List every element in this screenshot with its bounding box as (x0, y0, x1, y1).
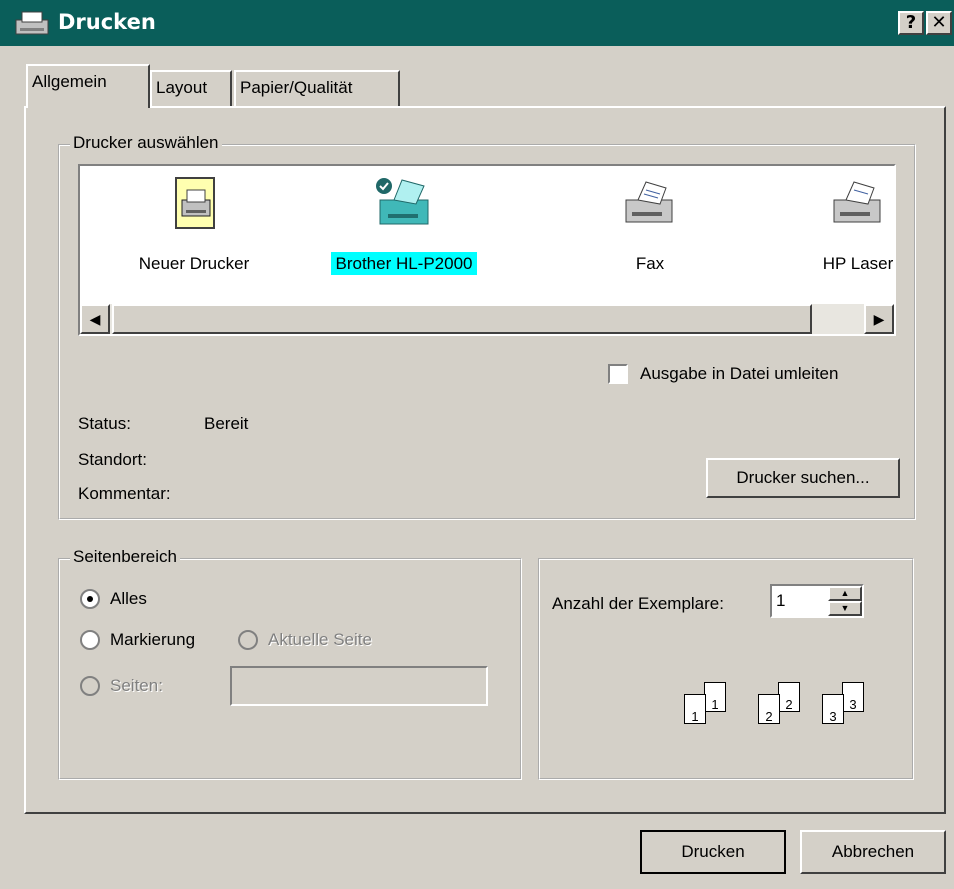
printer-item-brother-hl-p2000[interactable]: Brother HL-P2000 (314, 176, 494, 286)
collate-page: 2 (778, 682, 800, 712)
find-printer-button[interactable]: Drucker suchen... (706, 458, 900, 498)
horizontal-scrollbar[interactable]: ◀ ▶ (80, 304, 894, 334)
radio-all[interactable] (80, 589, 100, 609)
printer-list[interactable]: Neuer Drucker Brother HL-P2000 Fax HP La… (78, 164, 896, 336)
page-range-group-label: Seitenbereich (70, 547, 180, 567)
radio-selection[interactable] (80, 630, 100, 650)
current-page-label: Aktuelle Seite (268, 630, 372, 649)
printer-name: Fax (635, 254, 665, 273)
print-button[interactable]: Drucken (640, 830, 786, 874)
printer-icon (833, 181, 881, 223)
status-value: Bereit (204, 414, 249, 433)
copies-spinner[interactable]: 1 ▲ ▼ (770, 584, 864, 618)
default-printer-icon (376, 178, 429, 225)
add-printer-icon (175, 177, 215, 229)
scroll-thumb[interactable] (112, 304, 812, 334)
collate-page: 2 (758, 694, 780, 724)
printer-item-neuer-drucker[interactable]: Neuer Drucker (104, 176, 284, 286)
status-label: Status: (78, 414, 131, 433)
printer-icon (15, 11, 49, 35)
printer-name: HP Laser (822, 254, 894, 273)
tab-layout[interactable]: Layout (150, 70, 232, 106)
tab-label: Allgemein (32, 72, 107, 91)
all-label[interactable]: Alles (110, 589, 147, 609)
radio-pages (80, 676, 100, 696)
printer-name: Brother HL-P2000 (331, 252, 477, 275)
radio-current-page (238, 630, 258, 650)
tab-allgemein[interactable]: Allgemein (26, 64, 150, 108)
pages-input (230, 666, 488, 706)
printer-item-hp-laser[interactable]: HP Laser (768, 176, 894, 286)
title-bar[interactable]: Drucken ? ✕ (0, 0, 954, 46)
pages-label: Seiten: (110, 676, 163, 695)
printer-group-label: Drucker auswählen (70, 133, 222, 153)
redirect-checkbox[interactable] (608, 364, 628, 384)
fax-printer-icon (625, 181, 673, 223)
selection-label[interactable]: Markierung (110, 630, 195, 650)
spin-down-icon[interactable]: ▼ (828, 601, 862, 616)
scroll-left-icon[interactable]: ◀ (80, 304, 110, 334)
collate-page: 1 (704, 682, 726, 712)
help-button[interactable]: ? (898, 11, 924, 35)
collate-page: 1 (684, 694, 706, 724)
window-title: Drucken (58, 10, 156, 34)
copies-label: Anzahl der Exemplare: (552, 594, 724, 613)
location-label: Standort: (78, 450, 147, 469)
tab-label: Papier/Qualität (240, 78, 353, 97)
collate-page: 3 (822, 694, 844, 724)
copies-value[interactable]: 1 (776, 591, 785, 611)
tab-papier-qualitaet[interactable]: Papier/Qualität (234, 70, 400, 106)
cancel-button[interactable]: Abbrechen (800, 830, 946, 874)
spin-up-icon[interactable]: ▲ (828, 586, 862, 601)
collate-page: 3 (842, 682, 864, 712)
tab-label: Layout (156, 78, 208, 97)
printer-name: Neuer Drucker (138, 254, 250, 273)
close-button[interactable]: ✕ (926, 11, 952, 35)
redirect-label[interactable]: Ausgabe in Datei umleiten (640, 364, 838, 384)
scroll-right-icon[interactable]: ▶ (864, 304, 894, 334)
comment-label: Kommentar: (78, 484, 171, 503)
printer-item-fax[interactable]: Fax (560, 176, 740, 286)
collate-illustration: 1 1 2 2 3 3 (682, 682, 892, 742)
